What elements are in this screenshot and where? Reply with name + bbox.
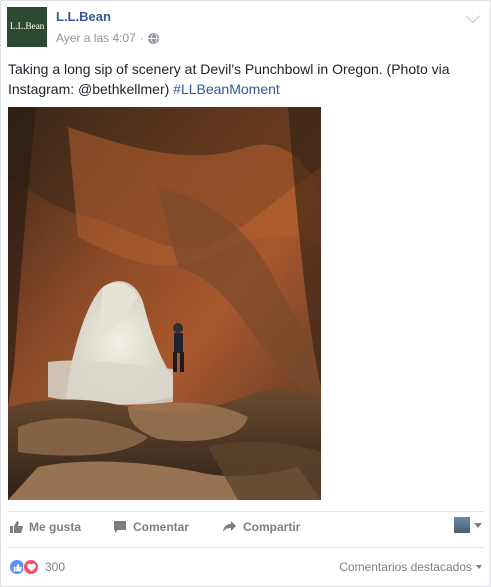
post-header: L.L.Bean L.L.Bean Ayer a las 4:07 · — [7, 7, 484, 49]
caret-down-icon — [476, 565, 482, 569]
action-bar: Me gusta Comentar Compartir — [7, 511, 484, 543]
hashtag-link[interactable]: #LLBeanMoment — [173, 81, 280, 97]
sea-cave-photo — [8, 107, 321, 500]
post-photo[interactable] — [8, 107, 321, 500]
post-meta: Ayer a las 4:07 · — [56, 31, 159, 45]
chevron-down-icon[interactable] — [465, 8, 481, 24]
page-name-link[interactable]: L.L.Bean — [56, 9, 111, 24]
mini-avatar — [454, 517, 470, 533]
post-as-selector[interactable] — [454, 517, 482, 533]
globe-icon[interactable] — [147, 32, 159, 44]
page-avatar[interactable]: L.L.Bean — [7, 7, 47, 47]
like-label: Me gusta — [29, 520, 82, 534]
comment-icon — [114, 521, 126, 533]
avatar-logo-text: L.L.Bean — [9, 22, 45, 32]
thumbs-up-icon — [10, 521, 23, 533]
meta-separator: · — [139, 31, 144, 45]
reactions-bar: 300 Comentarios destacados — [7, 547, 484, 583]
caret-down-icon — [474, 522, 482, 528]
post-timestamp[interactable]: Ayer a las 4:07 — [56, 31, 136, 45]
reaction-icons[interactable] — [9, 559, 39, 575]
post-card: L.L.Bean L.L.Bean Ayer a las 4:07 · Taki… — [0, 0, 491, 587]
share-arrow-icon — [223, 521, 236, 532]
comment-sort-dropdown[interactable]: Comentarios destacados — [339, 560, 482, 574]
love-reaction-icon — [23, 559, 39, 575]
post-text: Taking a long sip of scenery at Devil's … — [8, 59, 478, 99]
share-label: Compartir — [243, 520, 301, 534]
comment-sort-label: Comentarios destacados — [339, 560, 472, 574]
share-button[interactable]: Compartir — [222, 520, 300, 534]
comment-button[interactable]: Comentar — [113, 520, 189, 534]
like-button[interactable]: Me gusta — [9, 520, 81, 534]
reaction-count[interactable]: 300 — [45, 560, 65, 574]
comment-label: Comentar — [133, 520, 190, 534]
